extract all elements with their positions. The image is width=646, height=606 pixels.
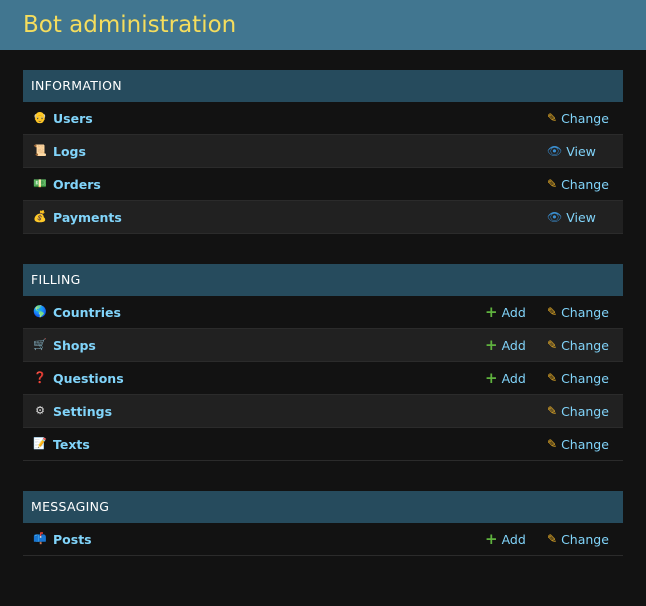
action-label: Change — [561, 403, 609, 419]
scroll-icon: 📜 — [33, 144, 47, 157]
cart-icon: 🛒 — [33, 338, 47, 351]
plus-icon: + — [485, 369, 498, 387]
change-button[interactable]: ✎ Change — [547, 437, 609, 452]
change-button[interactable]: ✎ Change — [547, 305, 609, 320]
pencil-icon: ✎ — [547, 437, 558, 451]
eye-icon: 👁 — [547, 144, 563, 158]
action-label: Change — [561, 110, 609, 126]
add-button[interactable]: + Add — [485, 371, 526, 386]
add-button[interactable]: + Add — [485, 532, 526, 547]
module-filling: FILLING 🌎 Countries + Add ✎ Change 🛒 Shops + Add ✎ C… — [23, 264, 623, 461]
action-label: View — [566, 143, 596, 159]
pencil-icon: ✎ — [547, 305, 558, 319]
model-row-users: 👴 Users ✎ Change — [23, 102, 623, 135]
site-title[interactable]: Bot administration — [23, 12, 236, 38]
app-list: INFORMATION 👴 Users ✎ Change 📜 Logs 👁 View 💵 Order… — [0, 50, 646, 556]
module-caption[interactable]: INFORMATION — [23, 70, 623, 102]
pencil-icon: ✎ — [547, 532, 558, 546]
model-link-settings[interactable]: Settings — [53, 404, 112, 419]
document-icon: 📝 — [33, 437, 47, 450]
pencil-icon: ✎ — [547, 338, 558, 352]
model-link-users[interactable]: Users — [53, 111, 93, 126]
model-name-cell: ❓ Questions — [23, 371, 124, 386]
model-link-payments[interactable]: Payments — [53, 210, 122, 225]
model-name-cell: ⚙ Settings — [23, 404, 112, 419]
model-link-questions[interactable]: Questions — [53, 371, 124, 386]
add-label: Add — [501, 370, 526, 386]
model-link-texts[interactable]: Texts — [53, 437, 90, 452]
model-row-logs: 📜 Logs 👁 View — [23, 135, 623, 168]
model-row-countries: 🌎 Countries + Add ✎ Change — [23, 296, 623, 329]
add-label: Add — [501, 337, 526, 353]
module-caption[interactable]: FILLING — [23, 264, 623, 296]
change-button[interactable]: ✎ Change — [547, 404, 609, 419]
plus-icon: + — [485, 303, 498, 321]
money-bag-icon: 💰 — [33, 210, 47, 223]
pencil-icon: ✎ — [547, 177, 558, 191]
model-row-settings: ⚙ Settings ✎ Change — [23, 395, 623, 428]
question-icon: ❓ — [33, 371, 47, 384]
module-information: INFORMATION 👴 Users ✎ Change 📜 Logs 👁 View 💵 Order… — [23, 70, 623, 234]
model-row-shops: 🛒 Shops + Add ✎ Change — [23, 329, 623, 362]
change-button[interactable]: ✎ Change — [547, 177, 609, 192]
model-row-payments: 💰 Payments 👁 View — [23, 201, 623, 234]
plus-icon: + — [485, 530, 498, 548]
change-button[interactable]: ✎ Change — [547, 111, 609, 126]
view-button[interactable]: 👁 View — [547, 210, 596, 225]
model-link-countries[interactable]: Countries — [53, 305, 121, 320]
add-label: Add — [501, 531, 526, 547]
pencil-icon: ✎ — [547, 111, 558, 125]
pencil-icon: ✎ — [547, 371, 558, 385]
action-label: Change — [561, 531, 609, 547]
add-button[interactable]: + Add — [485, 305, 526, 320]
action-label: Change — [561, 337, 609, 353]
change-button[interactable]: ✎ Change — [547, 371, 609, 386]
globe-icon: 🌎 — [33, 305, 47, 318]
model-name-cell: 🌎 Countries — [23, 305, 121, 320]
model-name-cell: 💵 Orders — [23, 177, 101, 192]
model-name-cell: 👴 Users — [23, 111, 93, 126]
change-button[interactable]: ✎ Change — [547, 532, 609, 547]
pencil-icon: ✎ — [547, 404, 558, 418]
add-button[interactable]: + Add — [485, 338, 526, 353]
model-link-posts[interactable]: Posts — [53, 532, 92, 547]
action-label: Change — [561, 370, 609, 386]
model-name-cell: 💰 Payments — [23, 210, 122, 225]
action-label: Change — [561, 176, 609, 192]
model-name-cell: 🛒 Shops — [23, 338, 96, 353]
mailbox-icon: 📫 — [33, 532, 47, 545]
model-link-shops[interactable]: Shops — [53, 338, 96, 353]
model-link-orders[interactable]: Orders — [53, 177, 101, 192]
model-name-cell: 📝 Texts — [23, 437, 90, 452]
gear-icon: ⚙ — [35, 404, 45, 417]
model-row-orders: 💵 Orders ✎ Change — [23, 168, 623, 201]
change-button[interactable]: ✎ Change — [547, 338, 609, 353]
module-messaging: MESSAGING 📫 Posts + Add ✎ Change — [23, 491, 623, 556]
model-name-cell: 📜 Logs — [23, 144, 86, 159]
money-icon: 💵 — [33, 177, 47, 190]
action-label: Change — [561, 436, 609, 452]
action-label: View — [566, 209, 596, 225]
model-name-cell: 📫 Posts — [23, 532, 92, 547]
add-label: Add — [501, 304, 526, 320]
action-label: Change — [561, 304, 609, 320]
module-caption[interactable]: MESSAGING — [23, 491, 623, 523]
eye-icon: 👁 — [547, 210, 563, 224]
plus-icon: + — [485, 336, 498, 354]
view-button[interactable]: 👁 View — [547, 144, 596, 159]
model-row-texts: 📝 Texts ✎ Change — [23, 428, 623, 461]
model-link-logs[interactable]: Logs — [53, 144, 86, 159]
site-header: Bot administration — [0, 0, 646, 50]
model-row-questions: ❓ Questions + Add ✎ Change — [23, 362, 623, 395]
person-icon: 👴 — [33, 111, 47, 124]
model-row-posts: 📫 Posts + Add ✎ Change — [23, 523, 623, 556]
